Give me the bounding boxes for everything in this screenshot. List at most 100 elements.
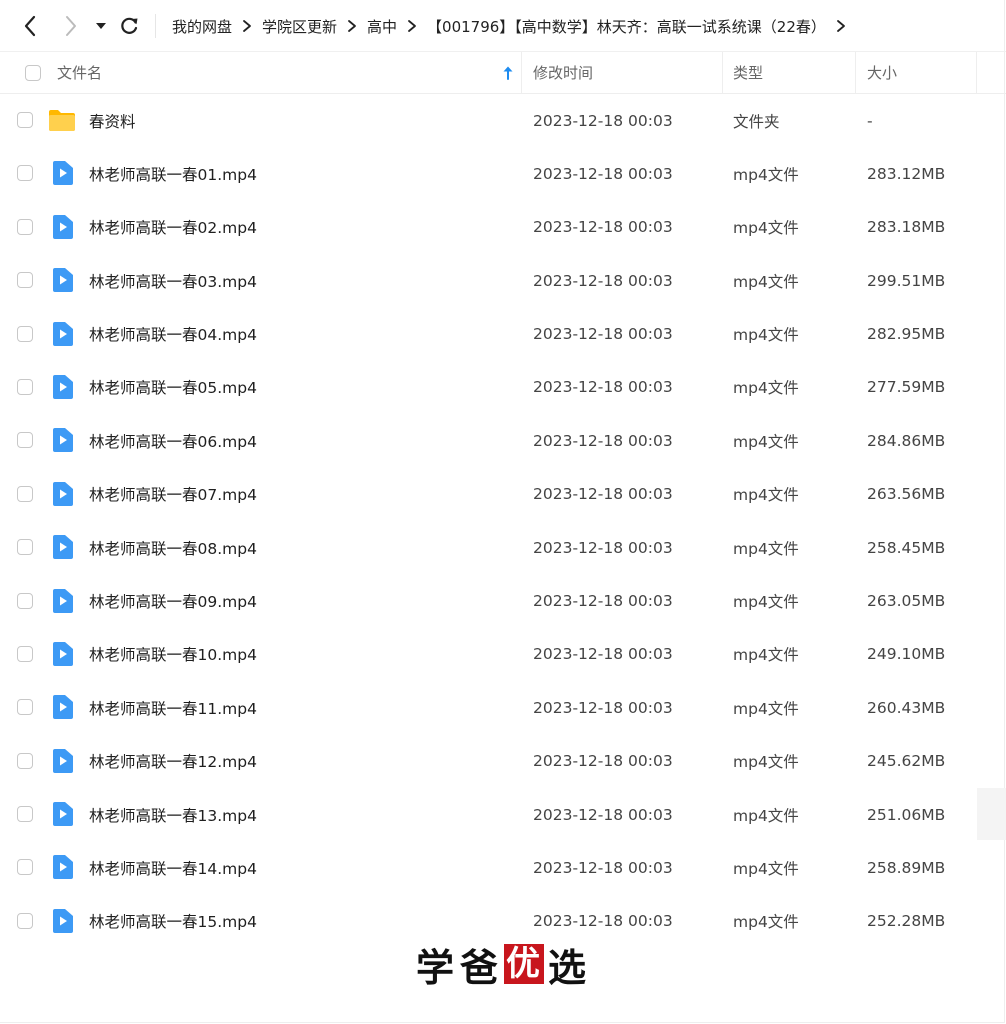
forward-button[interactable]	[59, 11, 83, 41]
file-size: 251.06MB	[867, 805, 946, 824]
row-checkbox[interactable]	[17, 752, 33, 769]
file-name[interactable]: 林老师高联一春05.mp4	[89, 361, 257, 414]
file-name[interactable]: 林老师高联一春01.mp4	[89, 147, 257, 200]
row-checkbox[interactable]	[17, 859, 33, 876]
file-modified: 2023-12-18 00:03	[533, 805, 673, 824]
file-name[interactable]: 林老师高联一春09.mp4	[89, 575, 257, 628]
row-checkbox[interactable]	[17, 272, 33, 289]
sort-ascending-icon[interactable]	[502, 65, 514, 81]
breadcrumb-overflow-icon[interactable]	[826, 16, 856, 36]
file-row[interactable]: 春资料 2023-12-18 00:03 文件夹 -	[0, 94, 1006, 147]
file-row[interactable]: 林老师高联一春14.mp4 2023-12-18 00:03 mp4文件 258…	[0, 841, 1006, 894]
file-row[interactable]: 林老师高联一春04.mp4 2023-12-18 00:03 mp4文件 282…	[0, 308, 1006, 361]
file-type: mp4文件	[733, 219, 799, 238]
column-header-type[interactable]: 类型	[733, 52, 763, 93]
file-name[interactable]: 林老师高联一春11.mp4	[89, 681, 257, 734]
column-divider[interactable]	[976, 52, 977, 93]
file-size: 283.12MB	[867, 164, 946, 183]
file-row[interactable]: 林老师高联一春09.mp4 2023-12-18 00:03 mp4文件 263…	[0, 575, 1006, 628]
file-size: 245.62MB	[867, 752, 946, 771]
watermark-char: 学	[415, 944, 456, 990]
row-checkbox[interactable]	[17, 912, 33, 929]
row-checkbox[interactable]	[17, 645, 33, 662]
video-file-icon	[53, 908, 73, 933]
back-button[interactable]	[18, 11, 42, 41]
file-row[interactable]: 林老师高联一春06.mp4 2023-12-18 00:03 mp4文件 284…	[0, 414, 1006, 467]
row-checkbox[interactable]	[17, 432, 33, 449]
folder-icon	[49, 110, 75, 131]
file-type: mp4文件	[733, 806, 799, 825]
file-type: mp4文件	[733, 593, 799, 612]
file-size: 263.05MB	[867, 592, 946, 611]
file-name[interactable]: 春资料	[89, 94, 136, 147]
row-checkbox[interactable]	[17, 485, 33, 502]
file-row[interactable]: 林老师高联一春07.mp4 2023-12-18 00:03 mp4文件 263…	[0, 468, 1006, 521]
watermark-char: 爸	[459, 944, 500, 990]
file-row[interactable]: 林老师高联一春08.mp4 2023-12-18 00:03 mp4文件 258…	[0, 521, 1006, 574]
breadcrumb: 我的网盘 学院区更新 高中 【001796】【高中数学】林天齐：高联一试系统课（…	[172, 0, 856, 52]
chevron-left-icon	[24, 15, 36, 37]
file-modified: 2023-12-18 00:03	[533, 752, 673, 771]
file-type: 文件夹	[733, 112, 780, 131]
file-name[interactable]: 林老师高联一春02.mp4	[89, 201, 257, 254]
breadcrumb-item-high-school[interactable]: 高中	[367, 16, 397, 37]
scrollbar-thumb[interactable]	[977, 788, 1006, 840]
column-header-size[interactable]: 大小	[867, 52, 897, 93]
row-checkbox[interactable]	[17, 539, 33, 556]
file-modified: 2023-12-18 00:03	[533, 431, 673, 450]
navigation-bar: 我的网盘 学院区更新 高中 【001796】【高中数学】林天齐：高联一试系统课（…	[0, 0, 1006, 52]
select-all-checkbox[interactable]	[25, 65, 41, 81]
file-modified: 2023-12-18 00:03	[533, 164, 673, 183]
caret-down-icon	[96, 23, 106, 29]
file-row[interactable]: 林老师高联一春11.mp4 2023-12-18 00:03 mp4文件 260…	[0, 681, 1006, 734]
breadcrumb-item-academy-updates[interactable]: 学院区更新	[262, 16, 337, 37]
file-modified: 2023-12-18 00:03	[533, 485, 673, 504]
file-name[interactable]: 林老师高联一春10.mp4	[89, 628, 257, 681]
column-divider[interactable]	[521, 52, 522, 93]
file-row[interactable]: 林老师高联一春05.mp4 2023-12-18 00:03 mp4文件 277…	[0, 361, 1006, 414]
column-header-name[interactable]: 文件名	[57, 52, 521, 93]
video-file-icon	[53, 268, 73, 293]
file-name[interactable]: 林老师高联一春12.mp4	[89, 735, 257, 788]
row-checkbox[interactable]	[17, 325, 33, 342]
file-type: mp4文件	[733, 699, 799, 718]
file-name[interactable]: 林老师高联一春15.mp4	[89, 895, 257, 948]
file-name[interactable]: 林老师高联一春08.mp4	[89, 521, 257, 574]
breadcrumb-item-current-folder[interactable]: 【001796】【高中数学】林天齐：高联一试系统课（22春）	[427, 16, 826, 37]
file-size: 249.10MB	[867, 645, 946, 664]
column-header-type-label: 类型	[733, 64, 764, 82]
file-name[interactable]: 林老师高联一春07.mp4	[89, 468, 257, 521]
file-list-header: 文件名 修改时间 类型 大小	[0, 52, 1006, 94]
column-divider[interactable]	[722, 52, 723, 93]
refresh-button[interactable]	[117, 11, 141, 41]
breadcrumb-item-my-drive[interactable]: 我的网盘	[172, 16, 232, 37]
row-checkbox[interactable]	[17, 112, 33, 128]
file-row[interactable]: 林老师高联一春01.mp4 2023-12-18 00:03 mp4文件 283…	[0, 147, 1006, 200]
file-name[interactable]: 林老师高联一春04.mp4	[89, 308, 257, 361]
file-name[interactable]: 林老师高联一春13.mp4	[89, 788, 257, 841]
file-modified: 2023-12-18 00:03	[533, 111, 673, 130]
file-row[interactable]: 林老师高联一春03.mp4 2023-12-18 00:03 mp4文件 299…	[0, 254, 1006, 307]
file-name[interactable]: 林老师高联一春06.mp4	[89, 414, 257, 467]
video-file-icon	[53, 588, 73, 613]
video-file-icon	[53, 535, 73, 560]
row-checkbox[interactable]	[17, 806, 33, 823]
file-row[interactable]: 林老师高联一春02.mp4 2023-12-18 00:03 mp4文件 283…	[0, 201, 1006, 254]
row-checkbox[interactable]	[17, 378, 33, 395]
file-row[interactable]: 林老师高联一春12.mp4 2023-12-18 00:03 mp4文件 245…	[0, 735, 1006, 788]
file-type: mp4文件	[733, 326, 799, 345]
file-size: -	[867, 111, 873, 130]
column-header-modified[interactable]: 修改时间	[533, 52, 593, 93]
file-name[interactable]: 林老师高联一春03.mp4	[89, 254, 257, 307]
column-divider[interactable]	[855, 52, 856, 93]
history-dropdown-button[interactable]	[92, 11, 110, 41]
file-row[interactable]: 林老师高联一春13.mp4 2023-12-18 00:03 mp4文件 251…	[0, 788, 1006, 841]
file-row[interactable]: 林老师高联一春10.mp4 2023-12-18 00:03 mp4文件 249…	[0, 628, 1006, 681]
row-checkbox[interactable]	[17, 592, 33, 609]
file-name[interactable]: 林老师高联一春14.mp4	[89, 841, 257, 894]
row-checkbox[interactable]	[17, 218, 33, 235]
row-checkbox[interactable]	[17, 165, 33, 182]
row-checkbox[interactable]	[17, 699, 33, 716]
file-type: mp4文件	[733, 646, 799, 665]
video-file-icon	[53, 481, 73, 506]
